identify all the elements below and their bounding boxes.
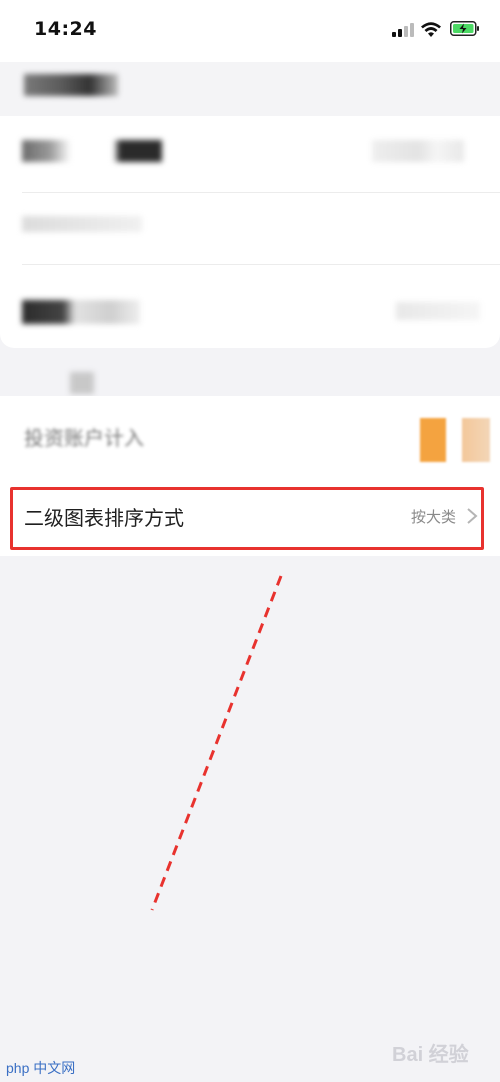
- row-1-label-blur[interactable]: [22, 140, 162, 162]
- invest-account-row[interactable]: 投资账户计入: [0, 396, 500, 478]
- battery-charging-icon: [450, 21, 479, 36]
- invest-account-label: 投资账户计入: [24, 426, 144, 450]
- section-header-2-blur: [70, 372, 94, 394]
- highlight-annotation-box: [10, 487, 484, 550]
- status-bar: 14:24: [0, 0, 500, 62]
- row-2-label-blur[interactable]: [22, 216, 142, 232]
- status-time: 14:24: [34, 18, 97, 40]
- settings-card-top: [0, 116, 500, 348]
- invest-account-toggle[interactable]: [420, 418, 490, 462]
- cellular-signal-icon: [392, 23, 414, 37]
- section-header: [0, 62, 500, 116]
- row-3-label-blur[interactable]: [22, 300, 140, 324]
- row-divider: [22, 264, 500, 265]
- php-watermark: php 中文网: [6, 1060, 76, 1076]
- baidu-watermark: Bai 经验: [392, 1044, 469, 1066]
- row-3-value-blur: [396, 302, 480, 320]
- row-divider: [22, 192, 500, 193]
- wifi-icon: [421, 22, 441, 37]
- row-1-value-blur: [372, 140, 464, 162]
- section-header-blur: [24, 74, 118, 96]
